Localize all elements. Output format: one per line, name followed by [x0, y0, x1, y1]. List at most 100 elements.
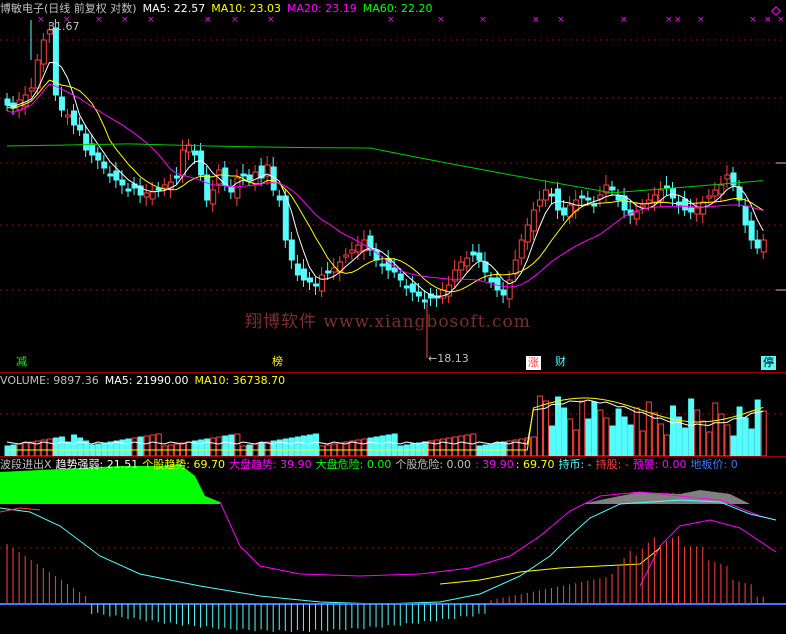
candle-body — [240, 173, 247, 177]
volume-bar — [186, 441, 192, 456]
volume-ma10: MA10: 36738.70 — [194, 374, 286, 387]
candle-body — [579, 195, 586, 199]
signal-mark: × — [749, 15, 757, 25]
volume-bar — [651, 412, 658, 456]
event-marker-reduce[interactable]: 减 — [14, 355, 29, 369]
volume-bar — [4, 445, 11, 456]
warning: 预警: 0.00 — [632, 458, 687, 471]
candle-body — [107, 173, 114, 177]
volume-bar — [313, 433, 320, 456]
volume-bar — [549, 425, 555, 456]
volume-bar — [65, 441, 71, 456]
volume-bar — [555, 396, 562, 456]
candle-body — [688, 207, 695, 213]
hold-stock: 持股: - — [595, 458, 629, 471]
candle-body — [186, 144, 192, 153]
market-trend: 大盘趋势: 39.90 — [228, 458, 312, 471]
volume-bar — [397, 445, 404, 456]
volume-bar — [591, 401, 598, 456]
volume-bar — [379, 435, 386, 456]
volume-bar — [149, 434, 156, 456]
volume-bar — [161, 445, 168, 456]
candle-body — [161, 184, 168, 189]
candle-body — [633, 211, 640, 220]
volume-bar — [573, 429, 580, 456]
volume-panel[interactable]: VOLUME: 9897.36 MA5: 21990.00 MA10: 36738.… — [0, 372, 786, 456]
volume-bar — [476, 445, 483, 456]
volume-bar — [294, 436, 301, 456]
volume-bar — [216, 436, 223, 456]
event-marker-limit-up[interactable]: 涨 — [526, 356, 541, 370]
volume-bar — [627, 424, 634, 456]
indicator-name[interactable]: 波段进出X — [0, 458, 52, 471]
candle-body — [706, 195, 713, 199]
candle-body — [276, 195, 283, 201]
volume-bar — [633, 407, 640, 456]
volume-bar — [682, 427, 689, 456]
volume-bar — [688, 398, 695, 456]
event-marker-finance[interactable]: 财 — [553, 355, 568, 369]
volume-bar — [434, 439, 441, 456]
candle-body — [536, 199, 543, 207]
volume-bar — [131, 437, 138, 456]
volume-bar — [282, 438, 289, 456]
signal-mark: × — [267, 15, 275, 25]
candle-body — [488, 277, 495, 283]
indicator-chart-canvas[interactable] — [0, 456, 786, 634]
candle-body — [585, 197, 592, 201]
volume-bar — [46, 438, 53, 456]
ma20-value: MA20: 23.19 — [287, 2, 357, 15]
candle-body — [718, 184, 725, 195]
signal-mark: × — [37, 15, 45, 25]
volume-bar — [228, 434, 235, 456]
candle-body — [149, 191, 156, 200]
candle-body — [210, 189, 217, 205]
volume-bar — [742, 417, 749, 456]
candle-body — [282, 195, 289, 241]
volume-bar — [603, 417, 610, 456]
ma60-value: MA60: 22.20 — [362, 2, 433, 15]
volume-bar — [470, 433, 477, 456]
volume-bar — [760, 410, 767, 456]
indicator-panel[interactable]: 波段进出X 趋势强弱: 21.51 个股趋势: 69.70 大盘趋势: 39.90 大盘… — [0, 456, 786, 634]
volume-bar — [609, 425, 616, 456]
volume-bar — [71, 434, 78, 456]
volume-bar — [615, 408, 622, 456]
signal-mark: × — [665, 15, 673, 25]
volume-bar — [319, 445, 326, 456]
volume-bar — [143, 435, 150, 456]
event-marker-list[interactable]: 榜 — [270, 355, 285, 369]
volume-bar — [585, 418, 592, 456]
diamond-marker — [771, 6, 781, 16]
candle-body — [349, 249, 356, 254]
volume-bar — [639, 430, 646, 456]
candle-body — [28, 87, 35, 92]
candle-body — [748, 220, 755, 241]
candle-body — [712, 189, 719, 197]
candle-body — [754, 239, 761, 249]
volume-bar — [670, 405, 676, 456]
event-marker-suspend[interactable]: 停 — [761, 356, 776, 370]
candle-body — [694, 207, 701, 215]
candle-body — [179, 149, 186, 177]
volume-bar — [700, 420, 707, 456]
candle-body — [113, 170, 120, 181]
candle-body — [470, 251, 477, 256]
price-chart-panel[interactable]: × × × × × × × × × × × × × × × × × × × × 博敏电子(日线 前复权 对数) MA5:… — [0, 0, 786, 372]
volume-bar — [446, 437, 453, 456]
volume-bar — [730, 435, 737, 456]
volume-bar — [712, 402, 719, 456]
candle-body — [204, 174, 211, 201]
candle-body — [343, 254, 350, 258]
floor-price: 地板价: 0 — [690, 458, 738, 471]
volume-bar — [561, 407, 568, 456]
candle-body — [325, 270, 332, 274]
volume-bar — [77, 437, 84, 456]
candle-body — [4, 98, 11, 106]
candle-body — [397, 273, 404, 281]
volume-bar — [706, 431, 713, 456]
signal-mark: × — [231, 15, 239, 25]
candle-body — [415, 291, 422, 297]
candle-body — [651, 194, 658, 203]
volume-bar — [421, 441, 428, 456]
